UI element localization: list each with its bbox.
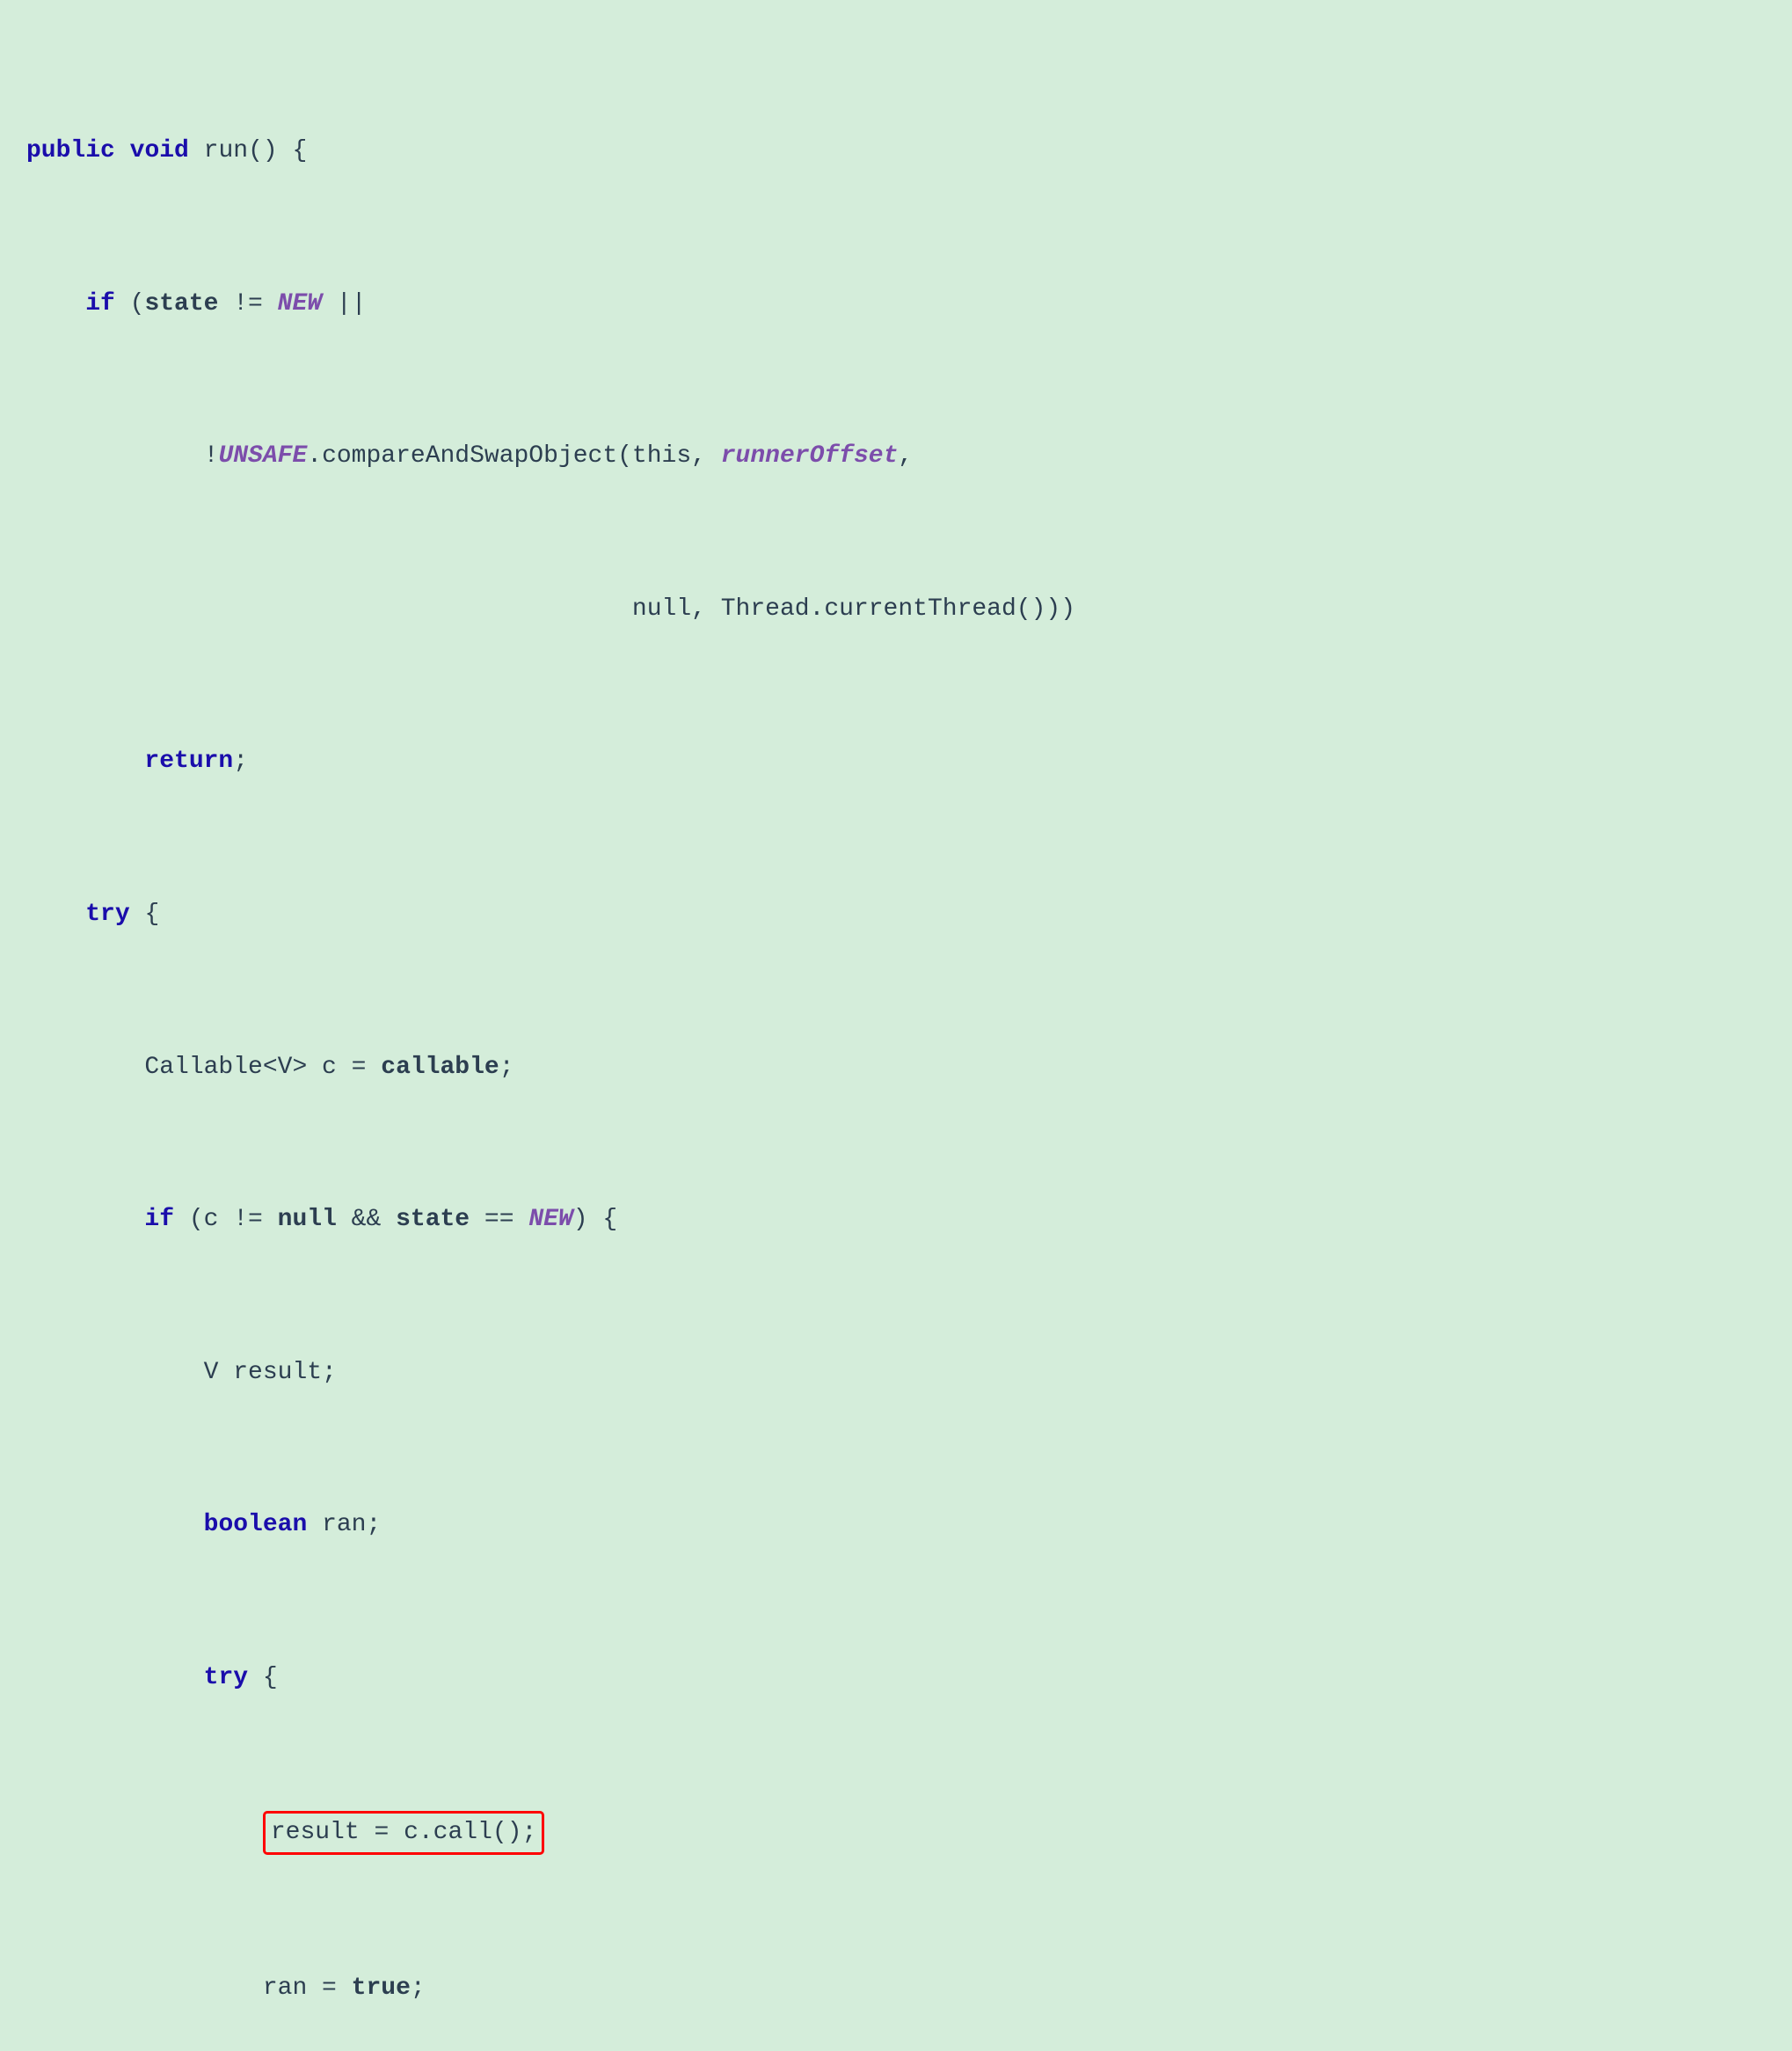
- keyword-if: if: [85, 290, 115, 318]
- keyword-return: return: [144, 748, 233, 775]
- keyword-boolean: boolean: [204, 1511, 308, 1538]
- var-state: state: [144, 290, 218, 318]
- keyword-if2: if: [144, 1206, 174, 1233]
- code-line-5: return;: [26, 742, 1766, 780]
- code-line-2: if (state != NEW ||: [26, 285, 1766, 323]
- var-state2: state: [396, 1206, 470, 1233]
- keyword-null1: null: [278, 1206, 337, 1233]
- code-line-4: null, Thread.currentThread())): [26, 590, 1766, 628]
- highlighted-call-box: result = c.call();: [263, 1811, 544, 1854]
- code-line-8: if (c != null && state == NEW) {: [26, 1201, 1766, 1238]
- const-runneroffset: runnerOffset: [721, 442, 899, 470]
- keyword-try2: try: [204, 1664, 248, 1691]
- keyword-true: true: [352, 1974, 411, 2002]
- var-callable: callable: [381, 1054, 499, 1081]
- const-new: NEW: [278, 290, 322, 318]
- keyword-void: void: [130, 137, 189, 164]
- const-unsafe: UNSAFE: [218, 442, 307, 470]
- code-line-9: V result;: [26, 1354, 1766, 1391]
- code-line-13: ran = true;: [26, 1969, 1766, 2007]
- code-line-1: public void run() {: [26, 132, 1766, 170]
- keyword-public: public: [26, 137, 115, 164]
- keyword-try: try: [85, 901, 129, 928]
- code-viewer: public void run() { if (state != NEW || …: [26, 18, 1766, 2051]
- code-line-3: !UNSAFE.compareAndSwapObject(this, runne…: [26, 437, 1766, 475]
- code-line-7: Callable<V> c = callable;: [26, 1048, 1766, 1086]
- code-line-11: try {: [26, 1659, 1766, 1697]
- code-line-12: result = c.call();: [26, 1811, 1766, 1854]
- const-new2: NEW: [528, 1206, 572, 1233]
- code-line-10: boolean ran;: [26, 1506, 1766, 1544]
- code-line-6: try {: [26, 895, 1766, 933]
